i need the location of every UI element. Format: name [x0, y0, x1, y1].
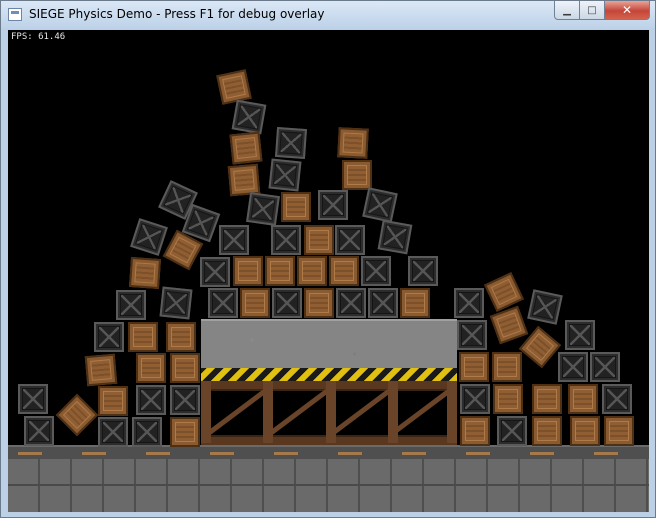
- metal-crate[interactable]: [170, 385, 200, 415]
- metal-crate[interactable]: [362, 187, 398, 223]
- wood-crate[interactable]: [604, 416, 634, 446]
- app-window: SIEGE Physics Demo - Press F1 for debug …: [0, 0, 656, 518]
- metal-crate[interactable]: [336, 288, 366, 318]
- wood-crate[interactable]: [55, 393, 99, 437]
- wood-crate[interactable]: [329, 256, 359, 286]
- wood-crate[interactable]: [265, 256, 295, 286]
- metal-crate[interactable]: [590, 352, 620, 382]
- metal-crate[interactable]: [368, 288, 398, 318]
- wood-crate[interactable]: [459, 352, 489, 382]
- metal-crate[interactable]: [200, 257, 230, 287]
- metal-crate[interactable]: [136, 385, 166, 415]
- metal-crate[interactable]: [408, 256, 438, 286]
- metal-crate[interactable]: [271, 225, 301, 255]
- hazard-stripe: [201, 368, 457, 381]
- app-icon[interactable]: [8, 8, 22, 21]
- metal-crate[interactable]: [318, 190, 348, 220]
- metal-crate[interactable]: [558, 352, 588, 382]
- metal-crate[interactable]: [219, 225, 249, 255]
- wood-crate[interactable]: [568, 384, 598, 414]
- window-controls: ▁ □ ✕: [554, 1, 650, 21]
- concrete-slab: [201, 319, 457, 368]
- wood-crate[interactable]: [489, 305, 529, 345]
- metal-crate[interactable]: [98, 417, 128, 447]
- wood-crate[interactable]: [532, 416, 562, 446]
- close-button[interactable]: ✕: [605, 1, 650, 20]
- maximize-icon: □: [587, 4, 597, 16]
- metal-crate[interactable]: [268, 158, 302, 192]
- wood-crate[interactable]: [170, 417, 200, 447]
- minimize-icon: ▁: [563, 4, 571, 16]
- metal-crate[interactable]: [457, 320, 487, 350]
- metal-crate[interactable]: [454, 288, 484, 318]
- fps-counter: FPS: 61.46: [11, 32, 66, 42]
- wood-crate[interactable]: [229, 131, 263, 165]
- metal-crate[interactable]: [132, 417, 162, 447]
- metal-crate[interactable]: [130, 218, 168, 256]
- metal-crate[interactable]: [361, 256, 391, 286]
- wood-crate[interactable]: [166, 322, 196, 352]
- game-viewport[interactable]: FPS: 61.46: [8, 30, 649, 512]
- metal-crate[interactable]: [335, 225, 365, 255]
- metal-crate[interactable]: [565, 320, 595, 350]
- wood-crate[interactable]: [227, 163, 261, 197]
- wood-crate[interactable]: [532, 384, 562, 414]
- wood-crate[interactable]: [233, 256, 263, 286]
- metal-crate[interactable]: [208, 288, 238, 318]
- wood-crate[interactable]: [570, 416, 600, 446]
- wood-crate[interactable]: [98, 386, 128, 416]
- metal-crate[interactable]: [602, 384, 632, 414]
- wood-crate[interactable]: [304, 288, 334, 318]
- wood-crate[interactable]: [492, 352, 522, 382]
- wood-crate[interactable]: [493, 384, 523, 414]
- maximize-button[interactable]: □: [580, 1, 605, 20]
- ground-tiles: [8, 459, 649, 512]
- minimize-button[interactable]: ▁: [554, 1, 580, 20]
- metal-crate[interactable]: [272, 288, 302, 318]
- metal-crate[interactable]: [116, 290, 146, 320]
- metal-crate[interactable]: [274, 126, 308, 160]
- wood-crate[interactable]: [281, 192, 311, 222]
- metal-crate[interactable]: [18, 384, 48, 414]
- metal-crate[interactable]: [246, 192, 280, 226]
- ground: [8, 445, 649, 512]
- metal-crate[interactable]: [460, 384, 490, 414]
- wood-crate[interactable]: [128, 322, 158, 352]
- wood-crate[interactable]: [460, 416, 490, 446]
- ground-rail: [8, 445, 649, 459]
- metal-crate[interactable]: [497, 416, 527, 446]
- wood-crate[interactable]: [342, 160, 372, 190]
- metal-crate[interactable]: [159, 286, 193, 320]
- title-bar[interactable]: SIEGE Physics Demo - Press F1 for debug …: [1, 1, 655, 29]
- metal-crate[interactable]: [527, 289, 563, 325]
- wood-crate[interactable]: [400, 288, 430, 318]
- wood-crate[interactable]: [84, 353, 118, 387]
- close-icon: ✕: [621, 3, 633, 17]
- wood-crate[interactable]: [216, 69, 252, 105]
- wood-crate[interactable]: [297, 256, 327, 286]
- metal-crate[interactable]: [24, 416, 54, 446]
- metal-crate[interactable]: [377, 219, 413, 255]
- wood-crate[interactable]: [128, 256, 162, 290]
- wood-crate[interactable]: [170, 353, 200, 383]
- window-title: SIEGE Physics Demo - Press F1 for debug …: [29, 7, 325, 21]
- wood-crate[interactable]: [136, 353, 166, 383]
- girder-truss: [207, 389, 451, 435]
- wood-crate[interactable]: [304, 225, 334, 255]
- wood-crate[interactable]: [337, 127, 369, 159]
- metal-crate[interactable]: [231, 99, 267, 135]
- wood-crate[interactable]: [240, 288, 270, 318]
- metal-crate[interactable]: [94, 322, 124, 352]
